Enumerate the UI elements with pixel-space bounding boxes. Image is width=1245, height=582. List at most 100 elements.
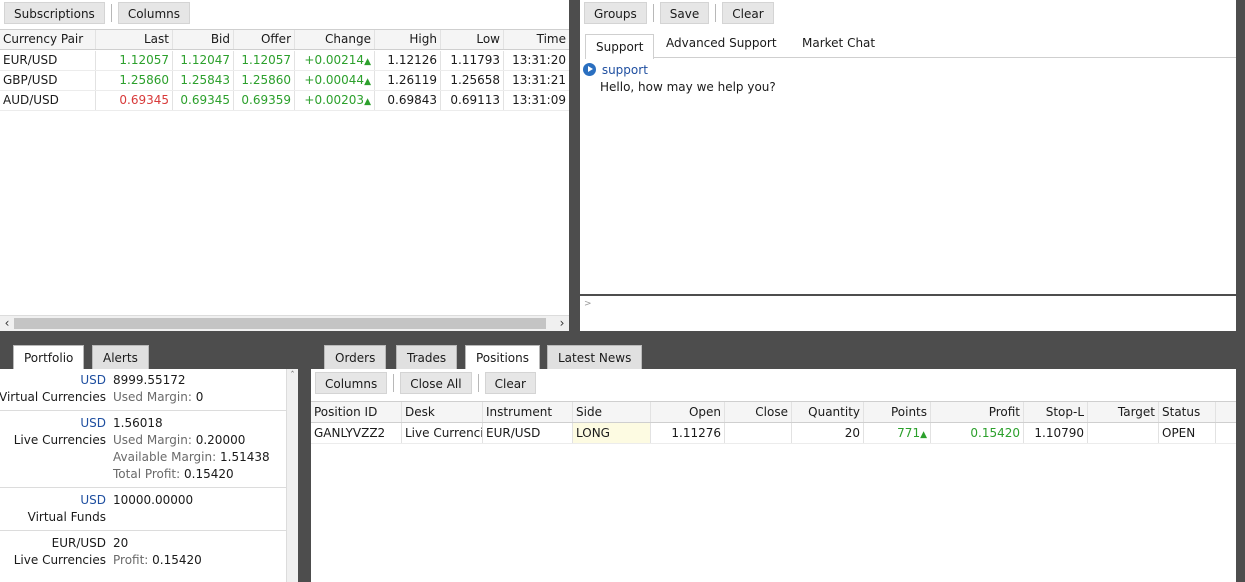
detail-value: 0.15420 — [184, 467, 234, 481]
col-quantity[interactable]: Quantity — [792, 402, 864, 422]
position-status: OPEN — [1159, 423, 1216, 443]
quote-high: 0.69843 — [375, 91, 441, 110]
change-value: +0.00214 — [304, 53, 365, 67]
quote-row[interactable]: GBP/USD 1.25860 1.25843 1.25860 +0.00044… — [0, 71, 569, 91]
portfolio-amount: 10000.00000 — [113, 493, 194, 507]
columns-button[interactable]: Columns — [315, 372, 388, 394]
close-all-button[interactable]: Close All — [400, 372, 472, 394]
tab-trades[interactable]: Trades — [396, 345, 458, 369]
col-stop-loss[interactable]: Stop-L — [1024, 402, 1088, 422]
portfolio-amount: 1.56018 — [113, 416, 163, 430]
quote-offer: 1.25860 — [234, 71, 295, 90]
col-open[interactable]: Open — [651, 402, 725, 422]
col-target[interactable]: Target — [1088, 402, 1159, 422]
toolbar-divider — [652, 4, 654, 22]
portfolio-amount: 8999.55172 — [113, 373, 186, 387]
quote-high: 1.26119 — [375, 71, 441, 90]
tab-positions[interactable]: Positions — [465, 345, 540, 369]
columns-button[interactable]: Columns — [117, 2, 191, 24]
portfolio-scrollbar[interactable]: ˆ — [286, 369, 298, 582]
quote-bid: 1.25843 — [173, 71, 234, 90]
detail-value: 0 — [195, 390, 204, 404]
tab-advanced-support[interactable]: Advanced Support — [656, 31, 787, 55]
scroll-right-icon[interactable]: › — [555, 316, 569, 331]
portfolio-type: Virtual Funds — [27, 510, 106, 524]
col-bid[interactable]: Bid — [173, 30, 234, 49]
portfolio-panel: USD 8999.55172 Virtual Currencies Used M… — [0, 369, 298, 582]
up-arrow-icon: ▲ — [364, 57, 371, 67]
message-sender[interactable]: support — [602, 63, 648, 77]
portfolio-detail: Total Profit: 0.15420 — [113, 466, 234, 483]
chat-message-header: support — [583, 62, 648, 79]
quote-time: 13:31:21 — [512, 73, 566, 87]
tab-orders[interactable]: Orders — [324, 345, 387, 369]
chat-panel: Groups Save Clear Support Advanced Suppo… — [580, 0, 1236, 331]
detail-label: Used Margin: — [113, 390, 192, 404]
change-value: +0.00044 — [304, 73, 365, 87]
scrollbar-thumb[interactable] — [14, 318, 546, 329]
col-points[interactable]: Points — [864, 402, 931, 422]
col-desk[interactable]: Desk — [402, 402, 483, 422]
tab-market-chat[interactable]: Market Chat — [792, 31, 885, 55]
quote-row[interactable]: EUR/USD 1.12057 1.12047 1.12057 +0.00214… — [0, 51, 569, 71]
quote-high: 1.12126 — [375, 51, 441, 70]
quote-last: 1.12057 — [96, 51, 173, 70]
quote-pair: GBP/USD — [0, 71, 96, 90]
trading-tab-bar: Orders Trades Positions Latest News — [311, 340, 1245, 370]
col-side[interactable]: Side — [573, 402, 651, 422]
portfolio-type: Live Currencies — [13, 433, 106, 447]
col-high[interactable]: High — [375, 30, 441, 49]
col-last[interactable]: Last — [96, 30, 173, 49]
scroll-up-icon[interactable]: ˆ — [287, 371, 298, 381]
scroll-left-icon[interactable]: ‹ — [0, 316, 14, 331]
tab-support[interactable]: Support — [585, 34, 655, 59]
portfolio-currency: USD — [80, 373, 106, 387]
quote-bid: 1.12047 — [173, 51, 234, 70]
col-offer[interactable]: Offer — [234, 30, 295, 49]
col-change[interactable]: Change — [295, 30, 375, 49]
col-status[interactable]: Status — [1159, 402, 1216, 422]
tab-latest-news[interactable]: Latest News — [547, 345, 643, 369]
clear-button[interactable]: Clear — [484, 372, 536, 394]
quotes-panel: Subscriptions Columns Currency Pair Last… — [0, 0, 569, 331]
col-time[interactable]: Time — [504, 30, 569, 49]
save-button[interactable]: Save — [659, 2, 710, 24]
toolbar-divider — [715, 4, 717, 22]
quote-low: 0.69113 — [441, 91, 504, 110]
quote-bid: 0.69345 — [173, 91, 234, 110]
portfolio-detail: Used Margin: 0 — [113, 389, 203, 406]
position-stop-loss: 1.10790 — [1024, 423, 1088, 443]
points-value: 771 — [897, 426, 921, 440]
tab-alerts[interactable]: Alerts — [92, 345, 149, 369]
quote-row[interactable]: AUD/USD 0.69345 0.69345 0.69359 +0.00203… — [0, 91, 569, 111]
detail-label: Total Profit: — [113, 467, 181, 481]
col-instrument[interactable]: Instrument — [483, 402, 573, 422]
up-arrow-icon: ▲ — [364, 77, 371, 87]
quotes-table-header: Currency Pair Last Bid Offer Change High… — [0, 29, 569, 50]
portfolio-detail: Available Margin: 1.51438 — [113, 449, 270, 466]
col-currency-pair[interactable]: Currency Pair — [0, 30, 96, 49]
detail-label: Available Margin: — [113, 450, 217, 464]
col-position-id[interactable]: Position ID — [311, 402, 402, 422]
horizontal-scrollbar[interactable]: ‹ › — [0, 315, 569, 331]
chat-input[interactable]: > — [580, 296, 1236, 331]
portfolio-detail: Profit: 0.15420 — [113, 552, 202, 569]
portfolio-type: Virtual Currencies — [0, 390, 106, 404]
subscriptions-button[interactable]: Subscriptions — [4, 2, 105, 24]
quote-low: 1.11793 — [441, 51, 504, 70]
position-row[interactable]: GANLYVZZ2 Live Currencies EUR/USD LONG 1… — [311, 423, 1236, 444]
position-id: GANLYVZZ2 — [311, 423, 402, 443]
col-close[interactable]: Close — [725, 402, 792, 422]
detail-value: 0.20000 — [195, 433, 246, 447]
clear-button[interactable]: Clear — [722, 2, 774, 24]
play-icon — [583, 63, 596, 76]
tab-portfolio[interactable]: Portfolio — [13, 345, 85, 369]
up-arrow-icon: ▲ — [364, 97, 371, 107]
message-text: Hello, how may we help you? — [600, 80, 776, 94]
col-low[interactable]: Low — [441, 30, 504, 49]
quote-change: +0.00214▲ — [295, 51, 375, 70]
quote-change: +0.00203▲ — [295, 91, 375, 110]
portfolio-currency: EUR/USD — [51, 536, 106, 550]
groups-button[interactable]: Groups — [584, 2, 647, 24]
col-profit[interactable]: Profit — [931, 402, 1024, 422]
